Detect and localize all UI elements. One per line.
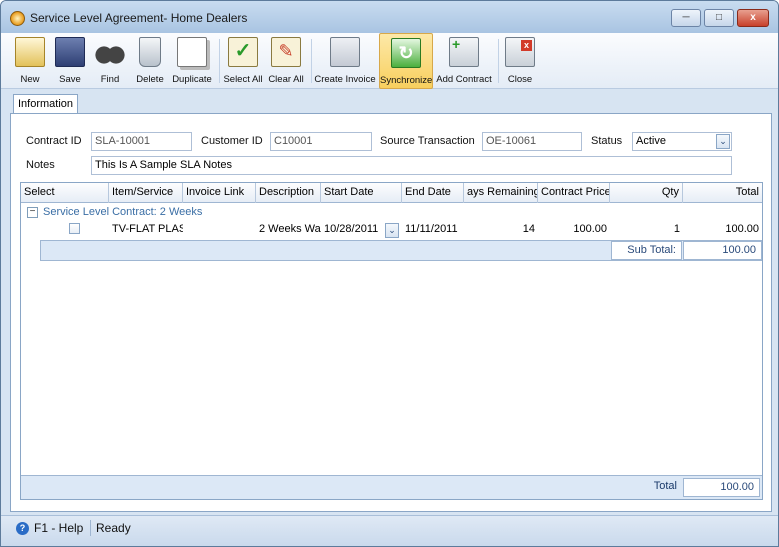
trash-icon <box>139 37 161 67</box>
duplicate-icon <box>177 37 207 67</box>
toolbar-separator <box>498 39 499 83</box>
cell-days-remaining[interactable]: 14 <box>464 221 538 239</box>
collapse-icon[interactable]: − <box>27 207 38 218</box>
cell-invoice-link[interactable] <box>183 221 256 239</box>
row-select-checkbox[interactable] <box>69 223 80 234</box>
cell-total[interactable]: 100.00 <box>683 221 762 239</box>
total-label: Total <box>653 480 677 492</box>
cell-contract-price[interactable]: 100.00 <box>538 221 610 239</box>
total-value: 100.00 <box>683 478 760 497</box>
column-header-invoice-link[interactable]: Invoice Link <box>183 183 256 203</box>
cell-item-service[interactable]: TV-FLAT PLAS <box>109 221 183 239</box>
contract-id-label: Contract ID <box>26 135 82 147</box>
grid-header: Select Item/Service Invoice Link Descrip… <box>21 183 762 203</box>
column-header-qty[interactable]: Qty <box>610 183 683 203</box>
cell-qty[interactable]: 1 <box>610 221 683 239</box>
column-header-days-remaining[interactable]: ays Remaining <box>464 183 538 203</box>
close-button[interactable]: x Close <box>503 33 537 89</box>
select-all-button[interactable]: ✓ Select All <box>223 33 263 89</box>
status-divider <box>90 520 91 536</box>
find-button[interactable]: Find <box>93 33 127 89</box>
new-icon <box>15 37 45 67</box>
toolbar-separator <box>219 39 220 83</box>
close-icon: x <box>505 37 535 67</box>
column-header-start-date[interactable]: Start Date <box>321 183 402 203</box>
column-header-item-service[interactable]: Item/Service <box>109 183 183 203</box>
column-header-description[interactable]: Description <box>256 183 321 203</box>
help-hint: F1 - Help <box>34 521 84 535</box>
start-date-value: 10/28/2011 <box>324 223 379 235</box>
status-label: Status <box>591 135 623 147</box>
group-row[interactable]: − Service Level Contract: 2 Weeks <box>21 205 202 221</box>
subtotal-label: Sub Total: <box>611 241 682 260</box>
chevron-down-icon[interactable]: ⌄ <box>716 134 730 149</box>
add-contract-icon: + <box>449 37 479 67</box>
window-title: Service Level Agreement- Home Dealers <box>30 11 248 25</box>
source-transaction-label: Source Transaction <box>380 135 475 147</box>
invoice-icon <box>330 37 360 67</box>
window: Service Level Agreement- Home Dealers ─ … <box>0 0 779 547</box>
total-row: Total 100.00 <box>21 475 762 499</box>
source-transaction-field[interactable]: OE-10061 <box>482 132 582 151</box>
add-contract-button[interactable]: + Add Contract <box>436 33 492 89</box>
cell-description[interactable]: 2 Weeks Wa <box>256 221 321 239</box>
toolbar-separator <box>311 39 312 83</box>
group-label: Service Level Contract: 2 Weeks <box>43 206 203 218</box>
tab-bar: Information <box>10 94 772 114</box>
save-button[interactable]: Save <box>53 33 87 89</box>
help-icon[interactable]: ? <box>16 522 29 535</box>
duplicate-button[interactable]: Duplicate <box>171 33 213 89</box>
maximize-button[interactable]: □ <box>704 9 734 27</box>
binoculars-icon <box>95 37 125 67</box>
contract-id-field[interactable]: SLA-10001 <box>91 132 192 151</box>
subtotal-row: Sub Total: 100.00 <box>40 240 762 261</box>
title-bar: Service Level Agreement- Home Dealers ─ … <box>1 1 778 33</box>
notes-label: Notes <box>26 159 55 171</box>
toolbar: New Save Find Delete Duplicate ✓ Select … <box>1 33 778 89</box>
cell-start-date[interactable]: 10/28/2011 ⌄ <box>321 221 402 239</box>
status-bar: ? F1 - Help Ready <box>1 515 778 546</box>
delete-button[interactable]: Delete <box>133 33 167 89</box>
synchronize-button[interactable]: ↻ Synchronize <box>379 33 433 89</box>
column-header-contract-price[interactable]: Contract Price <box>538 183 610 203</box>
date-dropdown-icon[interactable]: ⌄ <box>385 223 399 238</box>
customer-id-label: Customer ID <box>201 135 263 147</box>
create-invoice-button[interactable]: Create Invoice <box>314 33 376 89</box>
customer-id-field[interactable]: C10001 <box>270 132 372 151</box>
select-all-icon: ✓ <box>228 37 258 67</box>
sync-icon: ↻ <box>391 38 421 68</box>
cell-end-date[interactable]: 11/11/2011 <box>402 221 464 239</box>
new-button[interactable]: New <box>13 33 47 89</box>
save-icon <box>55 37 85 67</box>
column-header-total[interactable]: Total <box>683 183 762 203</box>
close-window-button[interactable]: x <box>737 9 769 27</box>
tab-information[interactable]: Information <box>13 94 78 114</box>
subtotal-value: 100.00 <box>683 241 762 260</box>
notes-field[interactable]: This Is A Sample SLA Notes <box>91 156 732 175</box>
minimize-button[interactable]: ─ <box>671 9 701 27</box>
status-select[interactable]: Active ⌄ <box>632 132 732 151</box>
status-text: Ready <box>96 521 131 535</box>
app-icon <box>10 11 25 26</box>
status-value: Active <box>636 135 666 147</box>
column-header-select[interactable]: Select <box>21 183 109 203</box>
clear-all-icon: ✎ <box>271 37 301 67</box>
contract-grid: Select Item/Service Invoice Link Descrip… <box>20 182 763 500</box>
column-header-end-date[interactable]: End Date <box>402 183 464 203</box>
information-panel: Contract ID SLA-10001 Customer ID C10001… <box>10 113 772 512</box>
clear-all-button[interactable]: ✎ Clear All <box>266 33 306 89</box>
